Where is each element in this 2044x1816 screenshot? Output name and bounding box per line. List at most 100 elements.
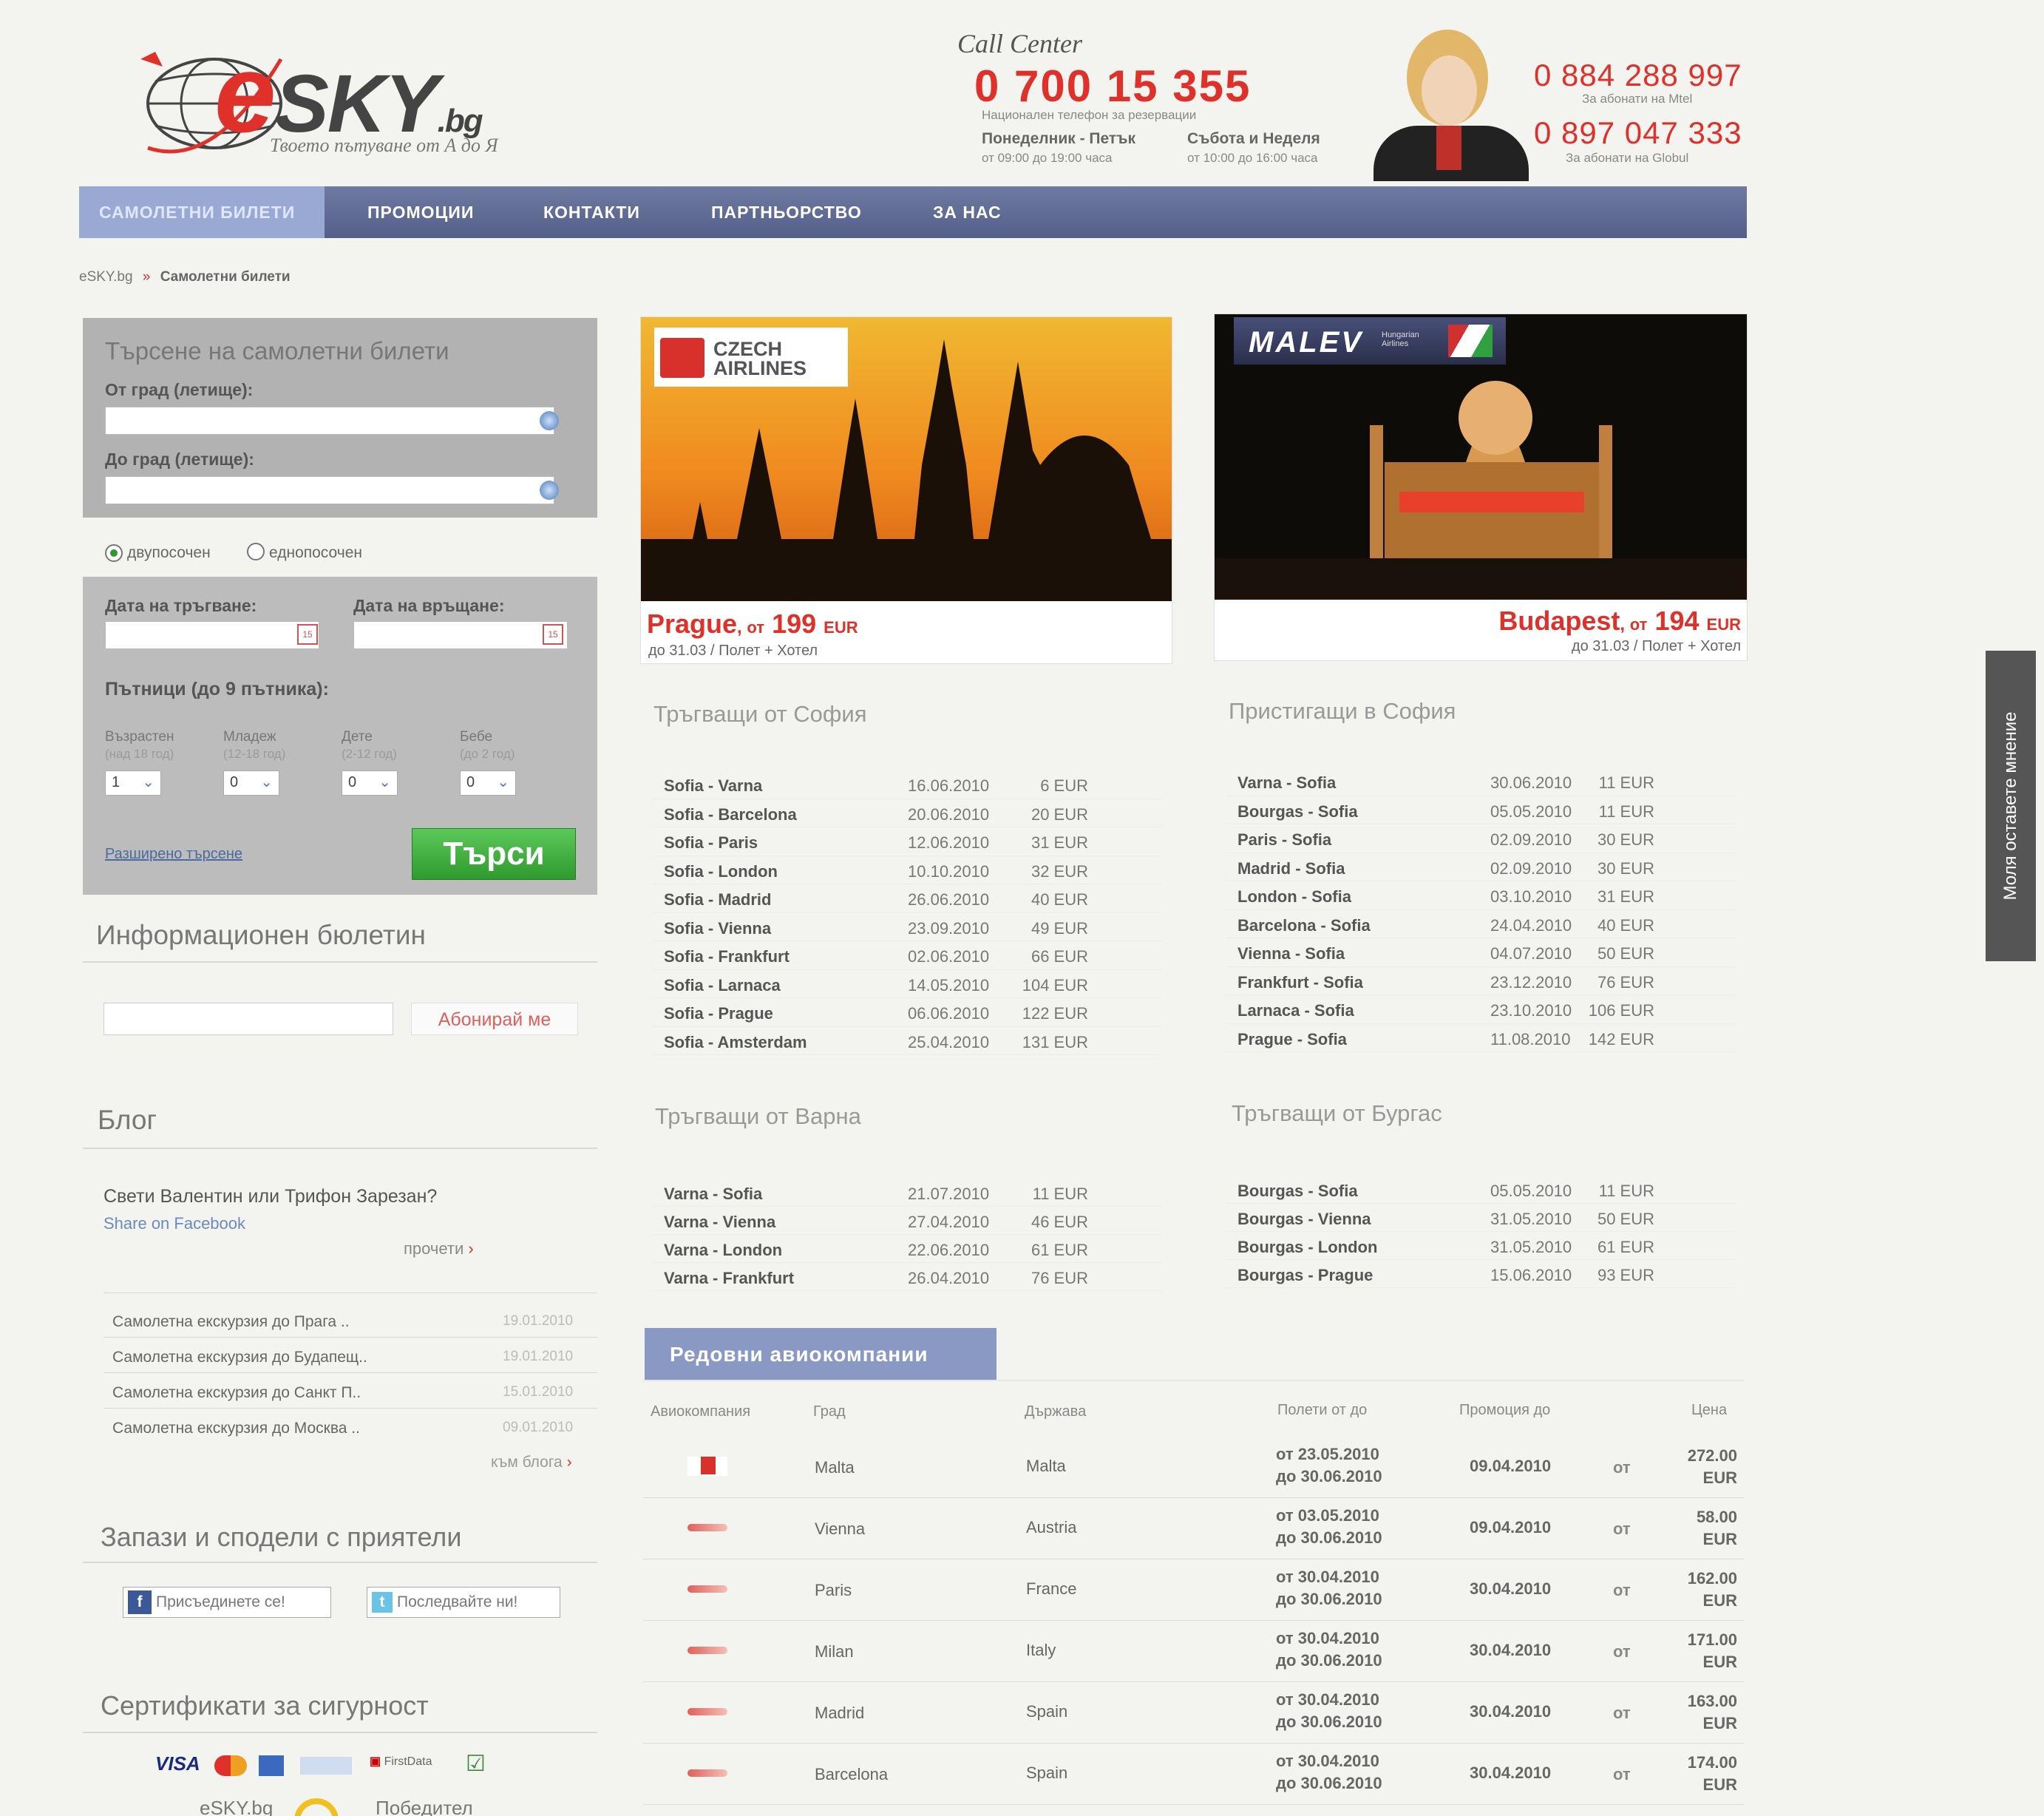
route-row[interactable]: Bourgas - London 31.05.2010 61 EUR [1226, 1232, 1736, 1260]
facebook-icon: f [128, 1590, 152, 1614]
adult-select[interactable]: 1 ⌄ [105, 770, 161, 796]
price-currency: EUR [1702, 1468, 1737, 1487]
route-row[interactable]: Varna - Sofia 30.06.2010 11 EUR [1226, 768, 1736, 796]
route-row[interactable]: Sofia - Amsterdam 25.04.2010 131 EUR [652, 1027, 1162, 1055]
airline-logo-icon [687, 1579, 727, 1599]
airline-city: Vienna [815, 1519, 866, 1538]
airline-city: Barcelona [815, 1765, 889, 1783]
breadcrumb-home[interactable]: eSKY.bg [79, 269, 133, 285]
newsletter-email-input[interactable] [103, 1003, 393, 1035]
nav-about[interactable]: ЗА НАС [933, 186, 1002, 238]
promo-prague[interactable]: CZECH AIRLINES Prague, от 199 EUR до 31.… [640, 316, 1172, 664]
route-row[interactable]: Varna - Frankfurt 26.04.2010 76 EUR [652, 1263, 1162, 1291]
blog-item-title[interactable]: Самолетна екскурзия до Москва .. [112, 1420, 360, 1437]
route-row[interactable]: Varna - London 22.06.2010 61 EUR [652, 1235, 1162, 1263]
route-date: 16.06.2010 [908, 776, 990, 795]
price-from-label: от [1613, 1581, 1631, 1599]
blog-share-link[interactable]: Share on Facebook [103, 1214, 245, 1233]
blog-post-title[interactable]: Свети Валентин или Трифон Зарезан? [103, 1186, 437, 1207]
twitter-icon: t [372, 1592, 393, 1613]
route-row[interactable]: Barcelona - Sofia 24.04.2010 40 EUR [1226, 910, 1736, 938]
facebook-button[interactable]: f Присъединете се! [123, 1587, 331, 1618]
to-blog-link[interactable]: към блога › [491, 1454, 572, 1471]
to-city-input[interactable] [105, 476, 554, 504]
return-calendar-icon[interactable]: 15 [543, 624, 563, 645]
route-row[interactable]: London - Sofia 03.10.2010 31 EUR [1226, 881, 1736, 910]
route-row[interactable]: Sofia - Varna 16.06.2010 6 EUR [652, 770, 1162, 799]
col-city: Град [813, 1403, 846, 1420]
route-row[interactable]: Sofia - Prague 06.06.2010 122 EUR [652, 998, 1162, 1027]
oneway-radio[interactable] [247, 543, 265, 560]
airline-country: Spain [1026, 1764, 1068, 1782]
budapest-banner-image: MALEV Hungarian Airlines [1215, 314, 1747, 600]
depart-date-input[interactable] [105, 621, 319, 649]
depart-calendar-icon[interactable]: 15 [297, 624, 318, 645]
from-globe-icon[interactable] [540, 411, 559, 430]
route-row[interactable]: Sofia - Frankfurt 02.06.2010 66 EUR [652, 941, 1162, 970]
route-price: 30 EUR [1597, 830, 1654, 849]
child-select[interactable]: 0 ⌄ [342, 770, 398, 796]
route-row[interactable]: Vienna - Sofia 04.07.2010 50 EUR [1226, 938, 1736, 967]
blog-item-title[interactable]: Самолетна екскурзия до Будапещ.. [112, 1349, 367, 1366]
route-row[interactable]: Sofia - London 10.10.2010 32 EUR [652, 856, 1162, 884]
route-row[interactable]: Varna - Vienna 27.04.2010 46 EUR [652, 1207, 1162, 1235]
flight-from: от 30.04.2010 [1276, 1690, 1379, 1709]
route-row[interactable]: Sofia - Vienna 23.09.2010 49 EUR [652, 913, 1162, 941]
tagline: Твоето пътуване от А до Я [270, 135, 498, 156]
advanced-search-link[interactable]: Разширено търсене [105, 846, 242, 863]
route-row[interactable]: Madrid - Sofia 02.09.2010 30 EUR [1226, 853, 1736, 881]
route-row[interactable]: Bourgas - Sofia 05.05.2010 11 EUR [1226, 796, 1736, 824]
blog-item-title[interactable]: Самолетна екскурзия до Санкт П.. [112, 1384, 361, 1402]
route-date: 31.05.2010 [1490, 1238, 1572, 1256]
price-currency: EUR [1702, 1653, 1737, 1671]
breadcrumb-current: Самолетни билети [160, 269, 291, 285]
main-phone-note: Национален телефон за резервации [982, 108, 1197, 122]
promo-budapest[interactable]: MALEV Hungarian Airlines Budapest, от 19… [1214, 314, 1748, 661]
baby-select[interactable]: 0 ⌄ [460, 770, 516, 796]
search-title: Търсене на самолетни билети [105, 337, 449, 365]
route-date: 06.06.2010 [908, 1004, 990, 1023]
return-date-input[interactable] [353, 621, 568, 649]
route-row[interactable]: Sofia - Madrid 26.06.2010 40 EUR [652, 884, 1162, 913]
route-row[interactable]: Bourgas - Prague 15.06.2010 93 EUR [1226, 1260, 1736, 1288]
logo[interactable]: eSKY.bg Твоето пътуване от А до Я [133, 31, 547, 163]
blog-item-date: 19.01.2010 [503, 1349, 574, 1364]
blog-item-title[interactable]: Самолетна екскурзия до Прага .. [112, 1313, 350, 1331]
nav-contacts[interactable]: КОНТАКТИ [543, 186, 640, 238]
route-row[interactable]: Larnaca - Sofia 23.10.2010 106 EUR [1226, 995, 1736, 1024]
route-row[interactable]: Bourgas - Vienna 31.05.2010 50 EUR [1226, 1204, 1736, 1232]
main-nav: САМОЛЕТНИ БИЛЕТИ ПРОМОЦИИ КОНТАКТИ ПАРТН… [79, 186, 1747, 238]
route-row[interactable]: Sofia - Barcelona 20.06.2010 20 EUR [652, 799, 1162, 827]
roundtrip-radio[interactable] [105, 544, 123, 562]
regular-airlines-tab[interactable]: Редовни авиокомпании [645, 1328, 996, 1381]
route-date: 25.04.2010 [908, 1032, 990, 1051]
budapest-sub: до 31.03 / Полет + Хотел [1571, 638, 1741, 654]
route-row[interactable]: Bourgas - Sofia 05.05.2010 11 EUR [1226, 1176, 1736, 1204]
route-name: Sofia - Larnaca [664, 975, 781, 995]
route-name: Frankfurt - Sofia [1237, 972, 1363, 992]
route-row[interactable]: Varna - Sofia 21.07.2010 11 EUR [652, 1179, 1162, 1207]
mtel-note: За абонати на Mtel [1582, 92, 1693, 106]
route-row[interactable]: Paris - Sofia 02.09.2010 30 EUR [1226, 824, 1736, 853]
nav-promotions[interactable]: ПРОМОЦИИ [367, 186, 474, 238]
price-from-label: от [1613, 1704, 1631, 1722]
route-name: Varna - London [664, 1241, 783, 1259]
subscribe-button[interactable]: Абонирай ме [411, 1003, 578, 1035]
blog-read-more[interactable]: прочети › [404, 1239, 474, 1258]
route-row[interactable]: Sofia - Larnaca 14.05.2010 104 EUR [652, 970, 1162, 998]
route-row[interactable]: Sofia - Paris 12.06.2010 31 EUR [652, 827, 1162, 856]
twitter-button[interactable]: t Последвайте ни! [367, 1587, 560, 1618]
feedback-tab[interactable]: Моля оставете мнение [1986, 651, 2036, 961]
from-city-input[interactable] [105, 407, 554, 435]
route-row[interactable]: Prague - Sofia 11.08.2010 142 EUR [1226, 1024, 1736, 1052]
to-globe-icon[interactable] [540, 481, 559, 500]
youth-select[interactable]: 0 ⌄ [223, 770, 279, 796]
search-button[interactable]: Търси [412, 828, 576, 880]
nav-partnership[interactable]: ПАРТНЬОРСТВО [711, 186, 862, 238]
routes-from-varna-title: Тръгващи от Варна [655, 1103, 861, 1129]
page-header: eSKY.bg Твоето пътуване от А до Я Call C… [0, 0, 2044, 185]
route-name: London - Sofia [1237, 887, 1351, 906]
nav-airline-tickets[interactable]: САМОЛЕТНИ БИЛЕТИ [79, 186, 325, 238]
flight-from: от 30.04.2010 [1276, 1752, 1379, 1770]
route-row[interactable]: Frankfurt - Sofia 23.12.2010 76 EUR [1226, 967, 1736, 995]
